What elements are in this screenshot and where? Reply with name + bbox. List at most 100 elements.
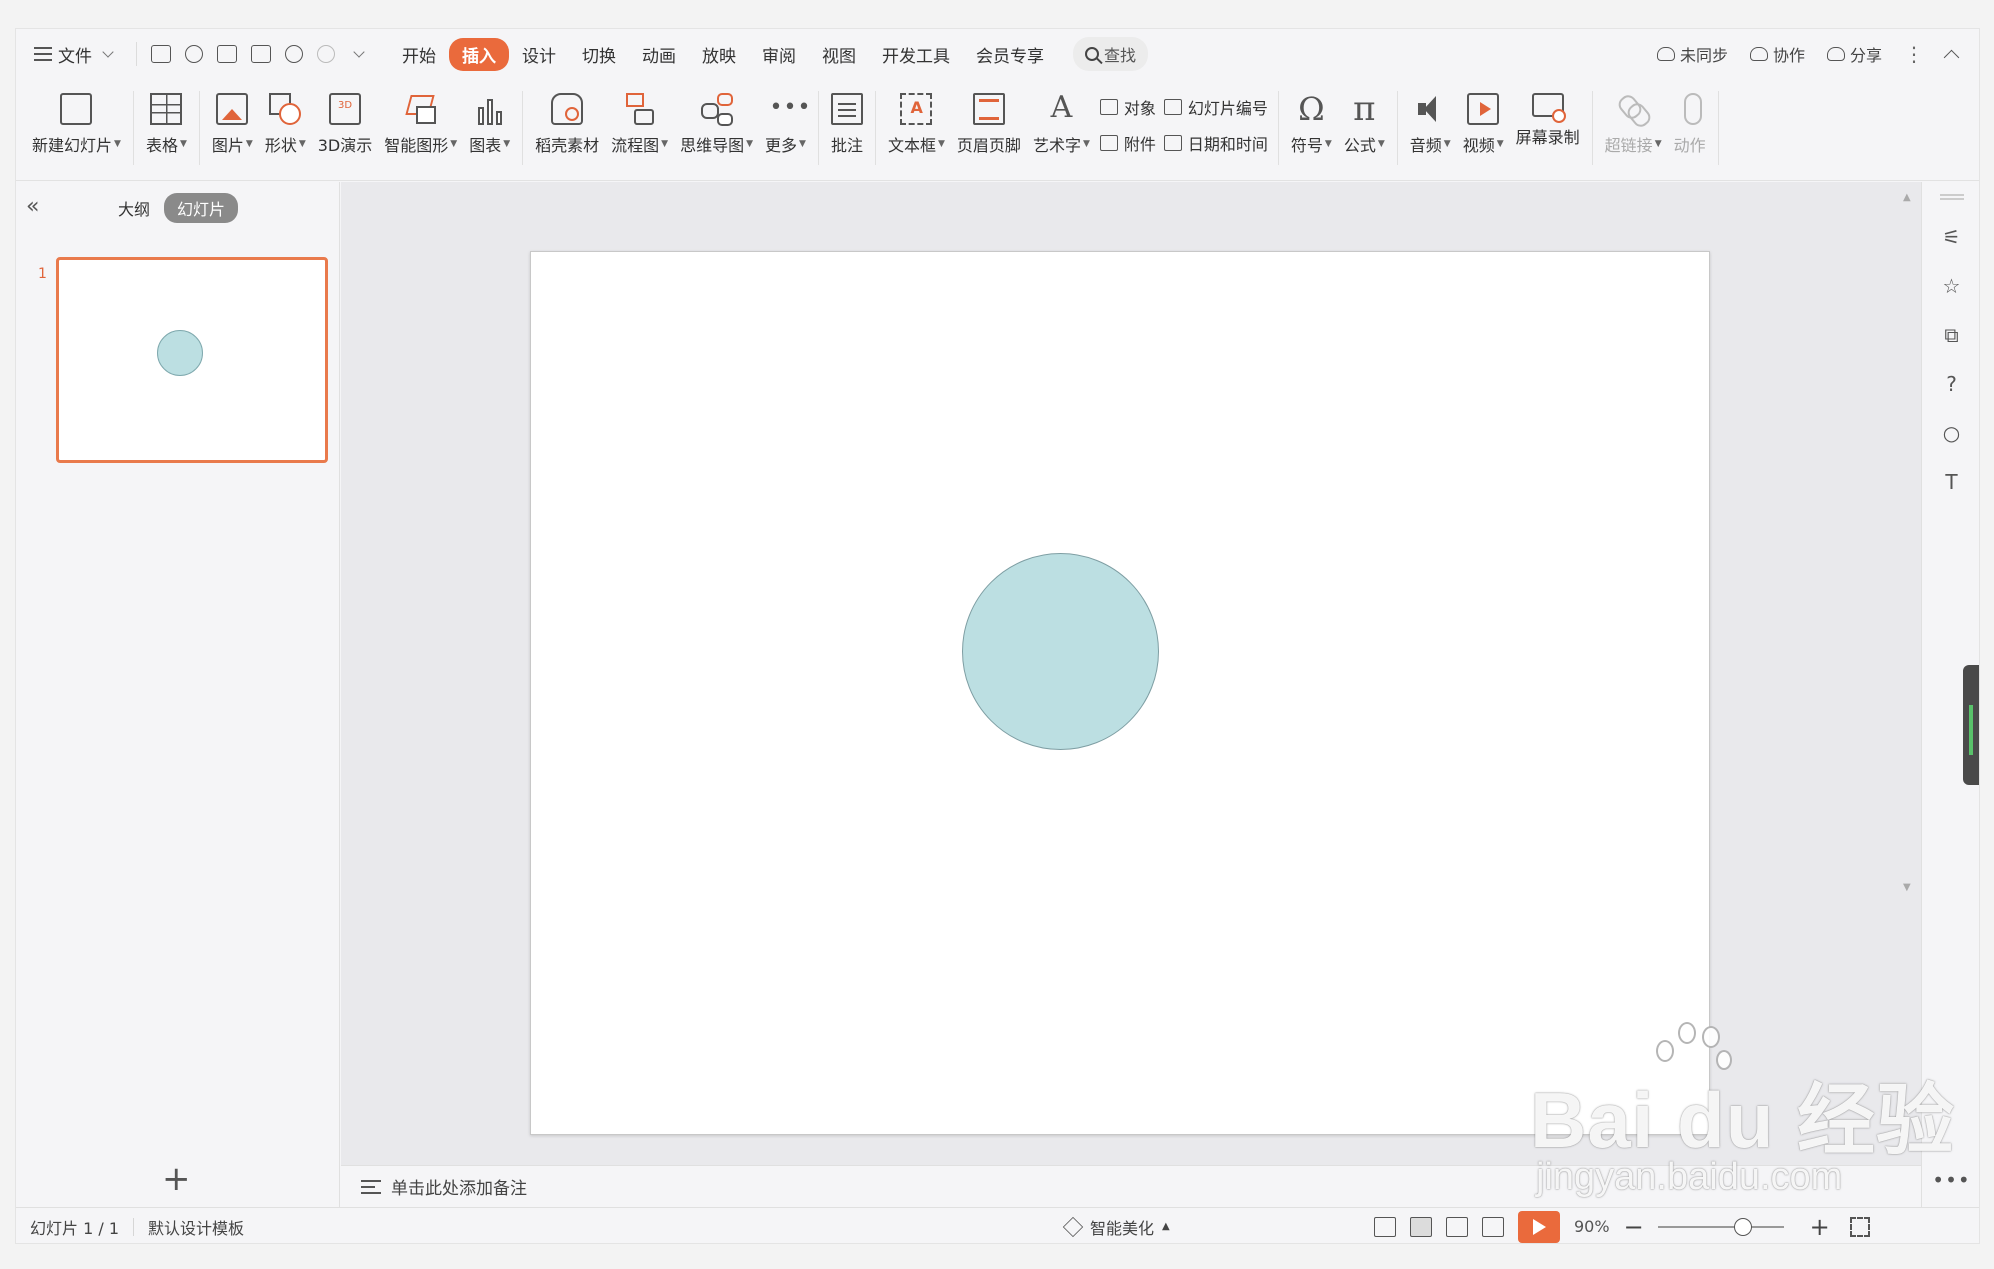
tab-view[interactable]: 视图 [809,38,869,71]
notes-pane[interactable]: 单击此处添加备注 [341,1165,1921,1207]
attachment-button[interactable]: 附件 [1099,131,1156,155]
wordart-button[interactable]: A 艺术字 ▼ [1027,81,1096,156]
tab-home[interactable]: 开始 [389,38,449,71]
video-button[interactable]: 视频 ▼ [1457,81,1510,156]
tab-slides[interactable]: 幻灯片 [164,193,239,223]
notes-icon [361,1179,381,1194]
tab-design[interactable]: 设计 [509,38,569,71]
scroll-up-icon[interactable]: ▲ [1903,192,1911,203]
template-name[interactable]: 默认设计模板 [148,1215,244,1239]
save-icon[interactable] [151,45,171,63]
flowchart-label: 流程图 [611,136,660,155]
slide-number-button[interactable]: 幻灯片编号 [1163,95,1268,119]
more-horizontal-icon[interactable]: ••• [1932,1168,1970,1192]
fit-to-window-icon[interactable] [1849,1216,1870,1237]
vertical-scrollbar[interactable]: ▲ ▼ [1901,192,1913,1152]
datetime-label: 日期和时间 [1187,135,1268,154]
wordart-icon: A [1050,90,1073,125]
action-button[interactable]: 动作 [1668,81,1712,156]
sync-button[interactable]: 未同步 [1656,42,1728,66]
beautify-button[interactable]: 智能美化 ▲ [1062,1215,1170,1239]
tab-animations[interactable]: 动画 [629,38,689,71]
format-painter-icon[interactable] [185,45,203,63]
formula-button[interactable]: π 公式 ▼ [1338,81,1391,156]
more-vertical-icon[interactable]: ⋮ [1904,42,1924,66]
search-box[interactable]: 查找 [1073,37,1149,71]
comment-button[interactable]: 批注 [825,81,869,156]
slide-sorter-icon[interactable] [1446,1216,1468,1237]
screen-record-icon [1531,93,1566,123]
side-panel-handle[interactable] [1963,665,1979,785]
customize-toolbar-icon[interactable] [353,46,365,58]
lightbulb-icon[interactable]: ○ [1940,421,1964,445]
help-icon[interactable]: ? [1940,372,1964,396]
undo-icon[interactable] [285,45,303,63]
scroll-down-icon[interactable]: ▼ [1903,882,1911,893]
collaborate-button[interactable]: 协作 [1749,42,1805,66]
wps-presentation-window: 文件 开始 插入 设计 切换 动画 放映 审阅 视图 开发工具 会员专享 查找 … [15,28,1980,1244]
chart-button[interactable]: 图表 ▼ [463,81,516,156]
play-slideshow-button[interactable] [1518,1210,1560,1243]
datetime-button[interactable]: 日期和时间 [1163,131,1268,155]
notes-toggle-icon[interactable] [1374,1216,1396,1237]
search-label: 查找 [1104,46,1137,65]
tab-developer[interactable]: 开发工具 [869,38,963,71]
zoom-slider-knob[interactable] [1733,1217,1752,1236]
tab-slideshow[interactable]: 放映 [689,38,749,71]
tab-review[interactable]: 审阅 [749,38,809,71]
normal-view-icon[interactable] [1410,1216,1432,1237]
settings-sliders-icon[interactable]: ⚟ [1940,225,1964,249]
mindmap-button[interactable]: 思维导图 ▼ [674,81,759,156]
tab-outline[interactable]: 大纲 [118,196,150,220]
tab-insert[interactable]: 插入 [449,37,509,71]
table-button[interactable]: 表格 ▼ [140,81,193,156]
picture-button[interactable]: 图片 ▼ [206,81,259,156]
docer-material-button[interactable]: 稻壳素材 [529,81,605,156]
tab-member[interactable]: 会员专享 [963,38,1057,71]
object-button[interactable]: 对象 [1099,95,1156,119]
file-menu-label: 文件 [58,46,92,67]
circle-shape[interactable] [962,553,1159,750]
print-icon[interactable] [217,45,237,63]
flowchart-button[interactable]: 流程图 ▼ [605,81,674,156]
add-slide-icon[interactable]: + [162,1162,191,1196]
zoom-out-icon[interactable]: − [1624,1215,1644,1239]
collapse-panel-icon[interactable]: « [26,194,39,219]
table-icon [150,93,183,125]
redo-icon[interactable] [317,45,335,63]
print-preview-icon[interactable] [251,45,271,63]
header-footer-button[interactable]: 页眉页脚 [951,81,1027,156]
new-slide-button[interactable]: 新建幻灯片 ▼ [26,81,127,156]
drag-handle-icon[interactable] [1939,194,1964,200]
screen-record-label: 屏幕录制 [1515,128,1580,147]
zoom-in-icon[interactable]: + [1810,1215,1830,1239]
transform-icon[interactable]: ⧉ [1940,323,1964,347]
3d-demo-button[interactable]: 3D 3D演示 [312,81,379,156]
textbox-button[interactable]: 文本框▼ [882,81,951,156]
symbol-button[interactable]: Ω 符号 ▼ [1285,81,1338,156]
more-button[interactable]: ••• 更多 ▼ [759,81,812,156]
audio-button[interactable]: 音频 ▼ [1404,81,1457,156]
collapse-ribbon-icon[interactable] [1943,49,1960,65]
share-icon [1826,47,1845,61]
view-controls: 90% − + [1374,1210,1870,1243]
smart-graphic-button[interactable]: 智能图形 ▼ [378,81,463,156]
file-menu[interactable]: 文件 [16,38,130,70]
text-icon[interactable]: T [1940,470,1964,494]
shape-button[interactable]: 形状 ▼ [259,81,312,156]
tab-transitions[interactable]: 切换 [569,38,629,71]
slide-canvas[interactable] [530,251,1710,1135]
dropdown-arrow-icon: ▼ [179,139,187,149]
reading-view-icon[interactable] [1482,1216,1504,1237]
slide-thumbnail[interactable] [56,257,328,463]
panel-tabs: 大纲 幻灯片 [118,193,239,223]
zoom-level[interactable]: 90% [1574,1217,1610,1236]
zoom-slider[interactable] [1657,1217,1784,1236]
attachment-label: 附件 [1123,135,1156,154]
screen-record-button[interactable]: 屏幕录制 [1510,81,1586,148]
pi-icon: π [1353,89,1376,129]
hyperlink-button[interactable]: 超链接 ▼ [1599,81,1668,156]
slide-number-label: 幻灯片编号 [1187,99,1268,118]
star-icon[interactable]: ☆ [1940,274,1964,298]
share-button[interactable]: 分享 [1826,42,1882,66]
